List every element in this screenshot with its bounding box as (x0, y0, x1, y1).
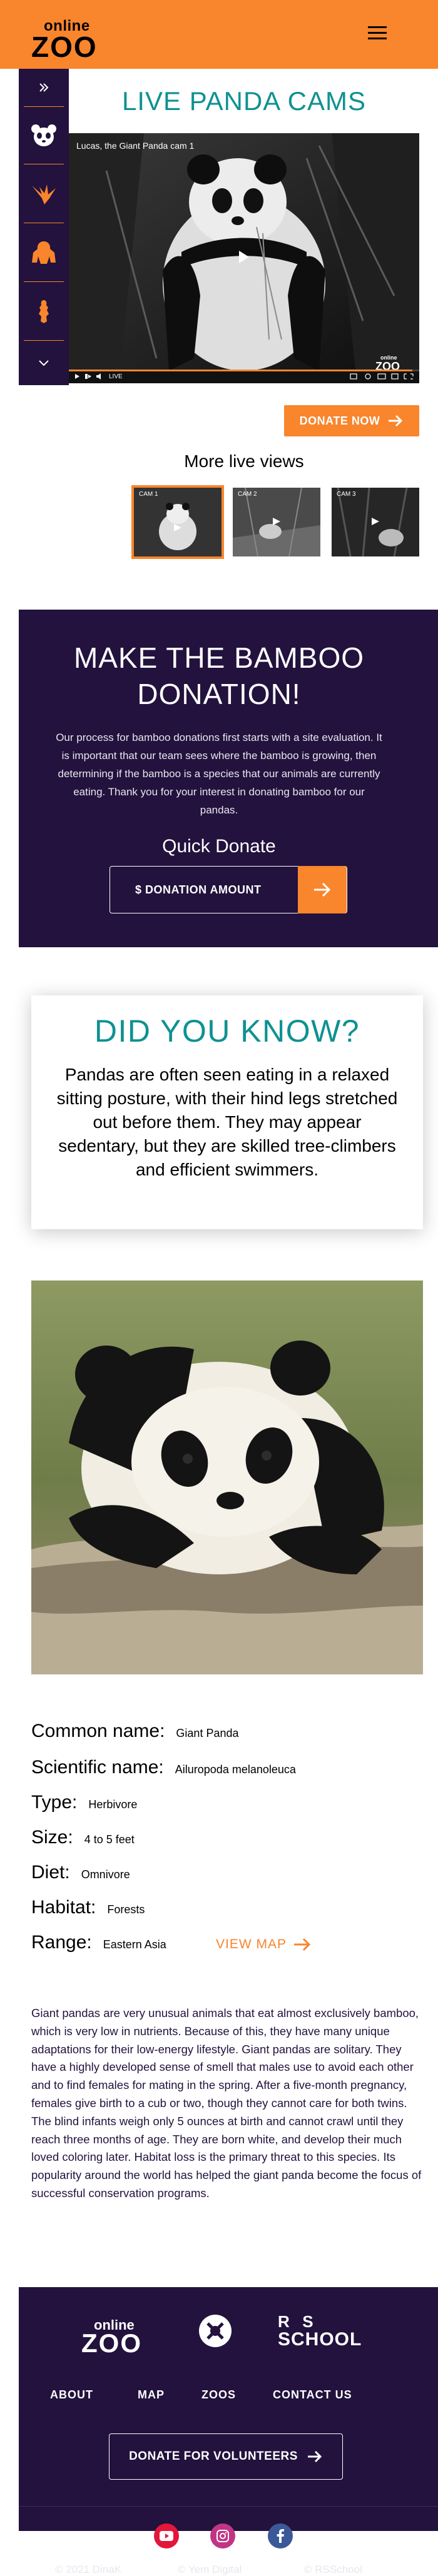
live-indicator: LIVE (109, 373, 123, 380)
panda-description: Giant pandas are very unusual animals th… (31, 2006, 422, 2200)
page-title: LIVE PANDA CAMS (121, 86, 366, 116)
footer-divider (19, 2506, 438, 2507)
donate-now-label: DONATE NOW (299, 414, 380, 427)
fact-label: Common name: (31, 1721, 165, 1741)
donation-amount-input[interactable]: $ DONATION AMOUNT (110, 883, 298, 897)
facebook-icon[interactable] (268, 2523, 293, 2548)
fact-label: Diet: (31, 1862, 70, 1883)
did-you-know-card: DID YOU KNOW? Pandas are often seen eati… (31, 995, 423, 1229)
footer-logo-zoo: ZOO (81, 2328, 142, 2358)
cam-label: CAM 3 (337, 491, 356, 498)
footer-nav-contact[interactable]: CONTACT US (273, 2388, 352, 2402)
copyright-rsschool: © RSSchool (304, 2563, 362, 2575)
did-you-know-text: Pandas are often seen eating in a relaxe… (56, 1065, 398, 1179)
live-video-player[interactable]: Lucas, the Giant Panda cam 1 online ZOO … (69, 133, 419, 383)
site-footer: online ZOO R S SCHOOL ABOUT MAP ZOOS CON… (19, 2287, 438, 2575)
fact-value: Forests (107, 1903, 145, 1916)
arrow-right-icon (294, 1938, 311, 1951)
rsschool-logo[interactable]: R S SCHOOL (278, 2312, 362, 2351)
view-map-link[interactable]: VIEW MAP (216, 1937, 312, 1952)
fact-value: Herbivore (88, 1798, 138, 1811)
video-caption: Lucas, the Giant Panda cam 1 (76, 141, 195, 151)
cam-label: CAM 1 (139, 491, 158, 498)
fact-type: Type: Herbivore (31, 1792, 137, 1813)
fact-label: Range: (31, 1932, 92, 1953)
fact-label: Size: (31, 1827, 73, 1848)
bamboo-description: Our process for bamboo donations first s… (56, 732, 382, 816)
cam-thumbnail-3[interactable]: CAM 3 (332, 488, 419, 556)
instagram-icon[interactable] (210, 2523, 235, 2548)
fact-habitat: Habitat: Forests (31, 1897, 145, 1918)
footer-nav-map[interactable]: MAP (138, 2388, 165, 2402)
fact-label: Scientific name: (31, 1757, 164, 1778)
bamboo-title: MAKE THE BAMBOO DONATION! (19, 640, 419, 712)
fact-value: Ailuropoda melanoleuca (175, 1763, 296, 1776)
quick-donate-submit-button[interactable] (298, 866, 347, 913)
fact-common-name: Common name: Giant Panda (31, 1721, 239, 1742)
gorilla-icon[interactable] (19, 224, 69, 281)
arrow-right-icon (314, 882, 331, 897)
play-icon[interactable] (233, 247, 253, 267)
quick-donate-form: $ DONATION AMOUNT (109, 866, 347, 913)
quick-donate-heading: Quick Donate (162, 836, 276, 857)
donate-volunteers-label: DONATE FOR VOLUNTEERS (129, 2450, 298, 2463)
bamboo-title-line2: DONATION! (137, 678, 301, 710)
cam-label: CAM 2 (238, 491, 257, 498)
bamboo-title-line1: MAKE THE BAMBOO (73, 641, 365, 674)
animal-sidebar (19, 69, 69, 385)
donate-for-volunteers-button[interactable]: DONATE FOR VOLUNTEERS (109, 2433, 343, 2480)
rs-lion-logo-icon[interactable] (196, 2312, 234, 2350)
copyright-dinak: © 2021 DinaK (55, 2563, 122, 2575)
donate-now-button[interactable]: DONATE NOW (284, 405, 419, 436)
arrow-right-icon (307, 2450, 322, 2463)
fact-label: Type: (31, 1792, 78, 1813)
fact-value: Giant Panda (176, 1727, 239, 1739)
fact-scientific-name: Scientific name: Ailuropoda melanoleuca (31, 1757, 296, 1778)
footer-nav-about[interactable]: ABOUT (50, 2388, 93, 2402)
arrow-right-icon (389, 415, 403, 427)
did-you-know-title: DID YOU KNOW? (94, 1014, 360, 1049)
footer-nav-zoos[interactable]: ZOOS (201, 2388, 236, 2402)
panda-photo (31, 1280, 423, 1674)
bamboo-donation-section: MAKE THE BAMBOO DONATION! Our process fo… (19, 610, 438, 947)
hamburger-icon[interactable] (368, 23, 390, 45)
alligator-icon[interactable] (19, 283, 69, 340)
fact-range: Range: Eastern Asia (31, 1932, 166, 1953)
cam-thumbnail-1[interactable]: CAM 1 (131, 485, 224, 559)
logo-zoo-text: ZOO (31, 31, 98, 63)
fact-diet: Diet: Omnivore (31, 1862, 130, 1883)
cam-thumbnail-2[interactable]: CAM 2 (233, 488, 320, 556)
rsschool-line1: R S (278, 2312, 315, 2331)
eagle-icon[interactable] (19, 165, 69, 223)
fact-label: Habitat: (31, 1897, 96, 1918)
youtube-icon[interactable] (154, 2523, 179, 2548)
site-header: online ZOO (0, 0, 438, 69)
fact-value: Eastern Asia (103, 1938, 166, 1951)
chevrons-right-icon[interactable] (19, 69, 69, 106)
panda-icon[interactable] (19, 108, 69, 164)
site-logo[interactable]: online ZOO (31, 18, 100, 63)
video-controls[interactable]: LIVE (69, 370, 419, 383)
copyright-yem: © Yem Digital (178, 2563, 242, 2575)
fact-size: Size: 4 to 5 feet (31, 1827, 135, 1848)
view-map-label: VIEW MAP (216, 1937, 287, 1951)
footer-logo[interactable]: online ZOO (81, 2317, 150, 2358)
fact-value: 4 to 5 feet (84, 1833, 135, 1846)
rsschool-line2: SCHOOL (278, 2329, 362, 2350)
chevron-down-icon[interactable] (19, 341, 69, 385)
fact-value: Omnivore (81, 1868, 130, 1881)
more-live-views-heading: More live views (184, 451, 304, 471)
